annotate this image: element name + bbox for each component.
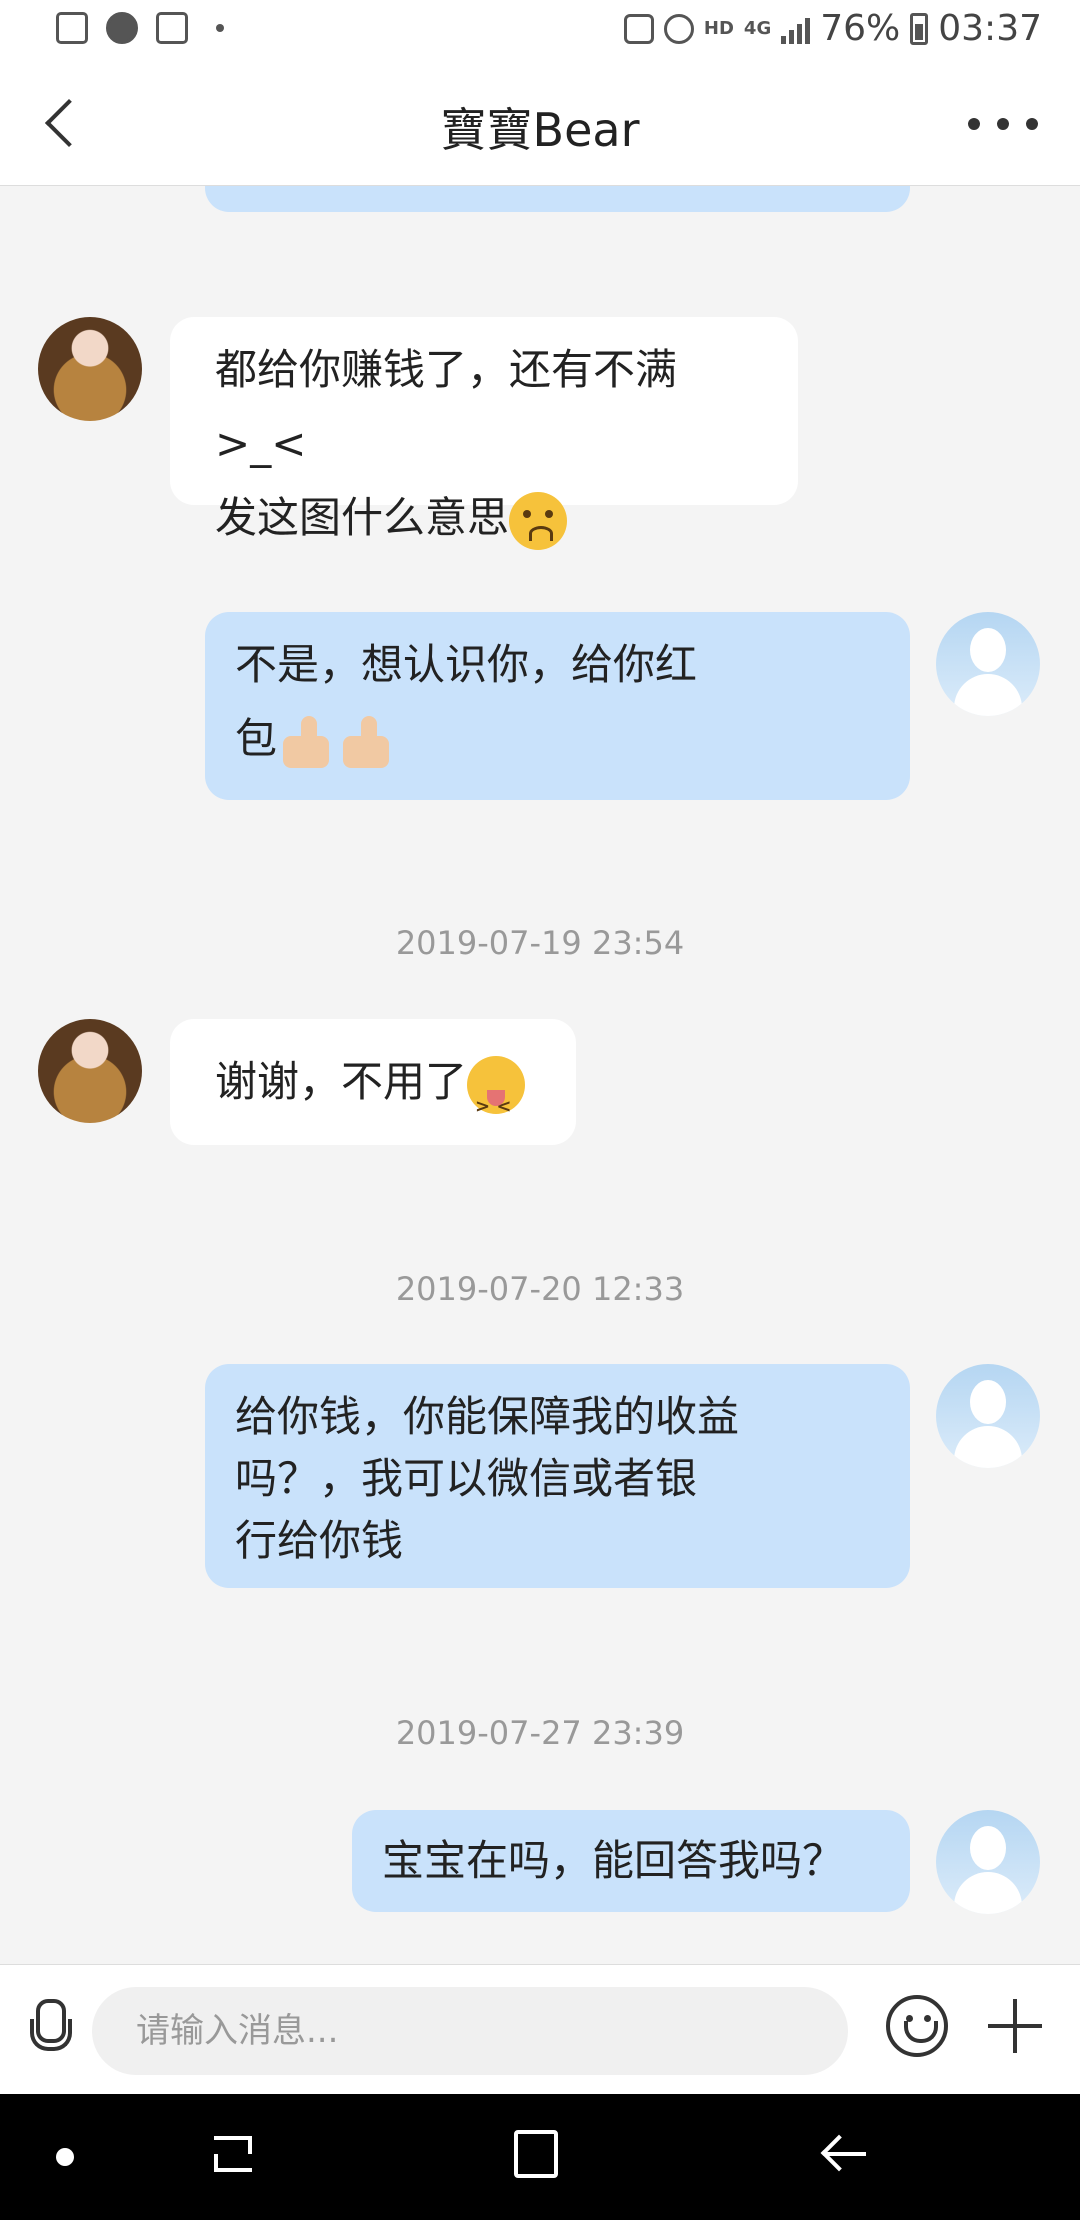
message-text: 都给你赚钱了，还有不满>_< — [215, 345, 678, 468]
thumbs-up-icon — [337, 712, 397, 772]
emoji-picker-icon[interactable] — [886, 1995, 948, 2057]
notification-icons — [56, 12, 224, 44]
message-timestamp: 2019-07-19 23:54 — [395, 924, 685, 962]
my-avatar[interactable] — [936, 1810, 1040, 1914]
more-notifications-dot — [216, 24, 224, 32]
message-timestamp: 2019-07-27 23:39 — [395, 1714, 685, 1752]
thumbs-up-icon — [277, 712, 337, 772]
alarm-icon — [663, 13, 694, 44]
message-bubble-outgoing[interactable]: 宝宝在吗，能回答我吗？ — [352, 1810, 910, 1912]
back-arrow-icon[interactable] — [820, 2132, 868, 2176]
gallery-icon — [56, 12, 88, 44]
message-timestamp: 2019-07-20 12:33 — [395, 1270, 685, 1308]
microphone-icon[interactable] — [26, 1999, 72, 2059]
message-text: 谢谢，不用了 — [215, 1057, 468, 1106]
message-text-line: 包 — [235, 702, 880, 776]
contact-avatar[interactable] — [38, 1019, 142, 1123]
message-bubble-outgoing[interactable]: 给你钱，你能保障我的收益 吗？，我可以微信或者银 行给你钱 — [205, 1364, 910, 1588]
system-navigation-bar — [0, 2094, 1080, 2220]
more-dot — [968, 118, 980, 130]
chat-header: 寶寶Bear — [0, 64, 1080, 186]
message-list[interactable]: 都给你赚钱了，还有不满>_< 发这图什么意思 不是，想认识你，给你红 包 201… — [0, 186, 1080, 1964]
hd-badge: HD — [703, 17, 734, 39]
more-options-button[interactable] — [968, 112, 1038, 136]
attach-plus-icon[interactable] — [988, 1999, 1042, 2053]
message-text: 给你钱，你能保障我的收益 — [235, 1392, 740, 1441]
more-dot — [1026, 118, 1038, 130]
message-bubble-outgoing[interactable]: 不是，想认识你，给你红 包 — [205, 612, 910, 800]
nav-dot-icon[interactable] — [56, 2148, 74, 2166]
network-type: 4G — [743, 17, 772, 39]
message-text: 吗？，我可以微信或者银 — [235, 1454, 698, 1503]
system-status: HD 4G 76% 03:37 — [623, 8, 1042, 49]
clock: 03:37 — [938, 8, 1042, 49]
status-bar: HD 4G 76% 03:37 — [0, 0, 1080, 64]
signal-icon — [781, 14, 811, 44]
squinting-tongue-face-icon — [467, 1055, 526, 1150]
message-input-bar — [0, 1964, 1080, 2094]
chat-title: 寶寶Bear — [440, 103, 640, 157]
more-dot — [997, 118, 1009, 130]
checklist-icon — [156, 12, 188, 44]
app-notification-icon — [106, 12, 138, 44]
worried-face-icon — [509, 491, 568, 550]
message-text: 行给你钱 — [235, 1516, 404, 1565]
message-text: 不是，想认识你，给你红 — [235, 640, 698, 689]
partial-message-bubble[interactable] — [205, 186, 910, 212]
home-icon[interactable] — [514, 2130, 558, 2178]
message-text: 宝宝在吗，能回答我吗？ — [382, 1836, 845, 1885]
my-avatar[interactable] — [936, 612, 1040, 716]
contact-avatar[interactable] — [38, 317, 142, 421]
battery-icon — [910, 12, 929, 45]
recents-icon[interactable] — [208, 2130, 258, 2180]
data-transfer-icon — [623, 13, 654, 44]
my-avatar[interactable] — [936, 1364, 1040, 1468]
message-input[interactable] — [92, 1987, 848, 2075]
battery-percent: 76% — [820, 8, 901, 49]
message-bubble-incoming[interactable]: 谢谢，不用了 — [170, 1019, 576, 1150]
message-text-line: 发这图什么意思 — [215, 481, 753, 555]
message-bubble-incoming[interactable]: 都给你赚钱了，还有不满>_< 发这图什么意思 — [170, 317, 798, 550]
